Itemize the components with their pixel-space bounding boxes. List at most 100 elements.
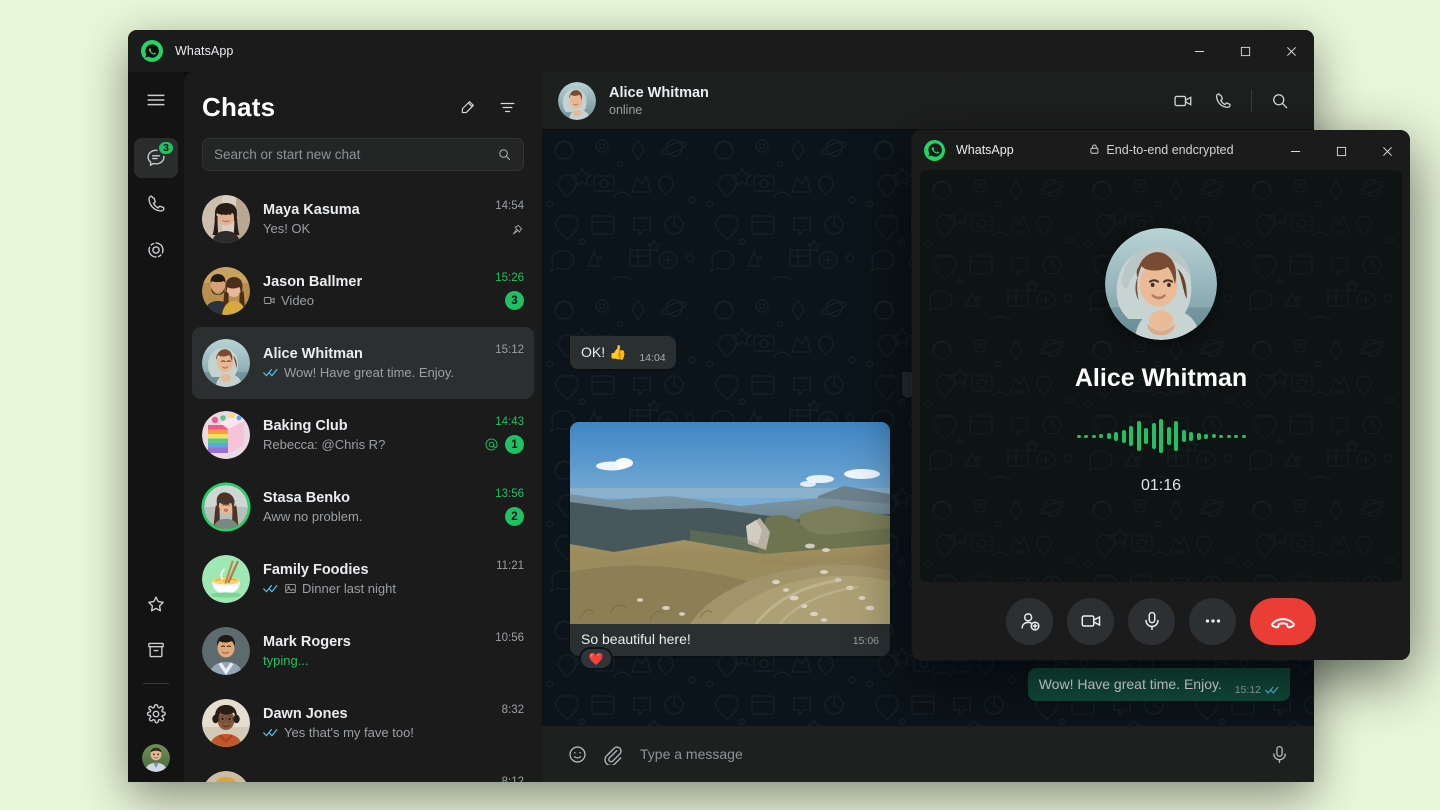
call-maximize-button[interactable] bbox=[1318, 130, 1364, 172]
waveform-bar bbox=[1227, 435, 1231, 438]
video-call-button[interactable] bbox=[1165, 83, 1201, 119]
waveform-bar bbox=[1144, 428, 1148, 444]
chat-time: 8:12 bbox=[502, 776, 524, 782]
read-receipt-icon bbox=[1265, 685, 1280, 695]
waveform-bar bbox=[1242, 435, 1246, 438]
waveform-bar bbox=[1084, 435, 1088, 438]
chat-preview: Dinner last night bbox=[263, 581, 488, 596]
presence-status: online bbox=[609, 103, 709, 117]
new-chat-button[interactable] bbox=[450, 90, 484, 124]
chat-time: 15:26 bbox=[495, 272, 524, 284]
chat-list-item-stasa-benko[interactable]: Stasa Benko Aww no problem. 13:56 2 bbox=[192, 471, 534, 543]
header-divider bbox=[1251, 90, 1252, 112]
call-window-title-bar: WhatsApp End-to-end endcrypted bbox=[912, 130, 1410, 170]
message-meta: 15:12 bbox=[1235, 683, 1280, 697]
chat-list-item-dawn-jones[interactable]: Dawn Jones Yes that's my fave too! 8:32 bbox=[192, 687, 534, 759]
sidebar-item-archived[interactable] bbox=[134, 630, 178, 670]
waveform-bar bbox=[1212, 434, 1216, 438]
call-contact-avatar bbox=[1105, 228, 1217, 340]
waveform-bar bbox=[1092, 435, 1096, 438]
conversation-header: Alice Whitman online bbox=[542, 72, 1314, 130]
sidebar-item-chats[interactable]: 3 bbox=[134, 138, 178, 178]
avatar bbox=[202, 195, 250, 243]
chat-list-item-maya-kasuma[interactable]: Maya Kasuma Yes! OK 14:54 bbox=[192, 183, 534, 255]
message-input[interactable] bbox=[640, 746, 1250, 762]
chat-list-item-baking-club[interactable]: Baking Club Rebecca: @Chris R? 14:43 bbox=[192, 399, 534, 471]
attach-button[interactable] bbox=[594, 737, 628, 771]
chat-preview: Yes that's my fave too! bbox=[263, 725, 494, 740]
add-participant-button[interactable] bbox=[1006, 598, 1053, 645]
contact-name: Alice Whitman bbox=[609, 85, 709, 101]
message-time: 15:12 bbox=[1235, 683, 1261, 697]
whatsapp-logo-icon bbox=[924, 140, 945, 161]
chat-preview: Yes! OK bbox=[263, 221, 487, 236]
sidebar-item-starred[interactable] bbox=[134, 584, 178, 624]
title-bar: WhatsApp bbox=[128, 30, 1314, 72]
message-bubble-image[interactable]: So beautiful here! 15:06 ❤️ bbox=[570, 422, 890, 670]
chat-list-item-family-foodies[interactable]: Family Foodies bbox=[192, 543, 534, 615]
search-container bbox=[184, 134, 542, 183]
avatar bbox=[202, 411, 250, 459]
chat-time: 11:21 bbox=[496, 560, 524, 572]
sidebar-item-calls[interactable] bbox=[134, 184, 178, 224]
call-body: Alice Whitman 01:16 bbox=[920, 170, 1402, 582]
chat-list-scroll[interactable]: Maya Kasuma Yes! OK 14:54 bbox=[184, 183, 542, 782]
chat-time: 15:12 bbox=[495, 344, 524, 356]
maximize-button[interactable] bbox=[1222, 30, 1268, 72]
waveform-bar bbox=[1099, 434, 1103, 438]
voice-call-button[interactable] bbox=[1205, 83, 1241, 119]
voice-record-button[interactable] bbox=[1262, 737, 1296, 771]
close-button[interactable] bbox=[1268, 30, 1314, 72]
more-options-button[interactable] bbox=[1189, 598, 1236, 645]
call-window-controls bbox=[1272, 130, 1410, 172]
avatar bbox=[202, 771, 250, 782]
chats-unread-badge: 3 bbox=[157, 140, 175, 156]
chat-time: 8:32 bbox=[502, 704, 524, 716]
minimize-button[interactable] bbox=[1176, 30, 1222, 72]
message-composer bbox=[542, 726, 1314, 782]
waveform-bar bbox=[1167, 427, 1171, 445]
call-app-title: WhatsApp bbox=[956, 143, 1014, 157]
call-minimize-button[interactable] bbox=[1272, 130, 1318, 172]
chat-name: Mark Rogers bbox=[263, 634, 487, 650]
chat-list-item-mark-rogers[interactable]: Mark Rogers typing... 10:56 bbox=[192, 615, 534, 687]
message-photo[interactable] bbox=[570, 422, 890, 624]
waveform-bar bbox=[1077, 435, 1081, 438]
voice-call-window: WhatsApp End-to-end endcrypted bbox=[912, 130, 1410, 660]
message-bubble-outgoing-last[interactable]: Wow! Have great time. Enjoy. 15:12 bbox=[1028, 668, 1290, 701]
waveform-bar bbox=[1204, 434, 1208, 439]
audio-waveform bbox=[1077, 415, 1246, 457]
search-input[interactable] bbox=[214, 147, 497, 162]
chat-name: Stasa Benko bbox=[263, 490, 487, 506]
message-reaction[interactable]: ❤️ bbox=[579, 647, 613, 670]
toggle-mic-button[interactable] bbox=[1128, 598, 1175, 645]
waveform-bar bbox=[1189, 432, 1193, 441]
message-text: Wow! Have great time. Enjoy. bbox=[1039, 676, 1222, 692]
video-icon bbox=[263, 294, 276, 307]
filter-chats-button[interactable] bbox=[490, 90, 524, 124]
contact-avatar[interactable] bbox=[558, 82, 596, 120]
waveform-bar bbox=[1152, 423, 1156, 449]
whatsapp-logo-icon bbox=[141, 40, 163, 62]
chat-list-item-alice-whitman[interactable]: Alice Whitman Wow! Have great time. Enjo… bbox=[192, 327, 534, 399]
end-call-button[interactable] bbox=[1250, 598, 1316, 645]
chat-name: Baking Club bbox=[263, 418, 476, 434]
chat-preview: Rebecca: @Chris R? bbox=[263, 437, 476, 452]
chat-name: Jason Ballmer bbox=[263, 274, 487, 290]
call-close-button[interactable] bbox=[1364, 130, 1410, 172]
chat-list-header: Chats bbox=[184, 72, 542, 134]
chat-list-item-ziggy-woodley[interactable]: Ziggy Woodley 8:12 bbox=[192, 759, 534, 782]
message-meta: 14:04 bbox=[639, 351, 665, 365]
chat-list-item-jason-ballmer[interactable]: Jason Ballmer Video 15:2 bbox=[192, 255, 534, 327]
search-box[interactable] bbox=[202, 138, 524, 171]
toggle-video-button[interactable] bbox=[1067, 598, 1114, 645]
sidebar-item-settings[interactable] bbox=[134, 694, 178, 734]
emoji-button[interactable] bbox=[560, 737, 594, 771]
profile-avatar[interactable] bbox=[142, 744, 170, 772]
search-chat-button[interactable] bbox=[1262, 83, 1298, 119]
message-bubble-incoming-ok[interactable]: OK! 👍 14:04 bbox=[570, 336, 676, 369]
menu-button[interactable] bbox=[134, 80, 178, 120]
sidebar-item-status[interactable] bbox=[134, 230, 178, 270]
window-controls bbox=[1176, 30, 1314, 72]
chat-preview: Aww no problem. bbox=[263, 509, 487, 524]
